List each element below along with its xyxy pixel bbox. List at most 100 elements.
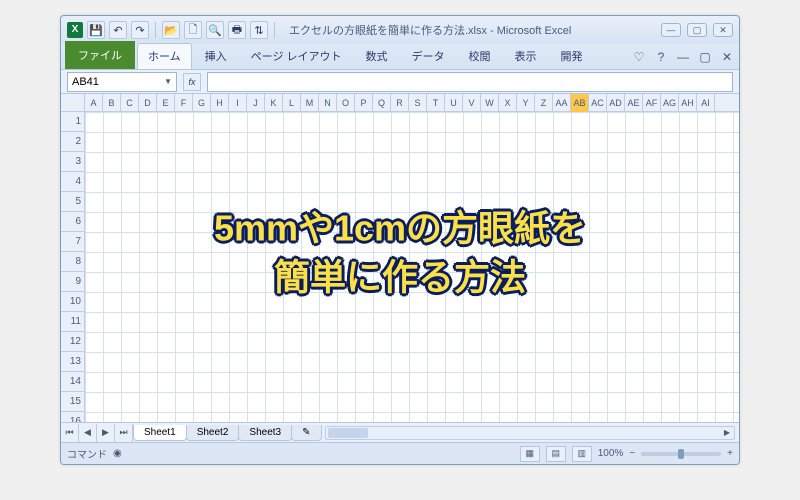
minimize-button[interactable]: — (661, 23, 681, 37)
qat-sort-button[interactable]: ⇅ (250, 21, 268, 39)
qat-preview-button[interactable]: 🔍 (206, 21, 224, 39)
zoom-in-button[interactable]: + (727, 448, 733, 459)
row-header[interactable]: 14 (61, 372, 84, 392)
row-header[interactable]: 11 (61, 312, 84, 332)
help-icon[interactable]: ? (653, 49, 669, 65)
zoom-slider[interactable] (641, 452, 721, 456)
column-header[interactable]: T (427, 94, 445, 112)
qat-open-button[interactable]: 📂 (162, 21, 180, 39)
maximize-button[interactable]: ▢ (687, 23, 707, 37)
close-button[interactable]: ✕ (713, 23, 733, 37)
zoom-out-button[interactable]: − (629, 448, 635, 459)
column-header[interactable]: J (247, 94, 265, 112)
row-header[interactable]: 13 (61, 352, 84, 372)
tab-insert[interactable]: 挿入 (194, 43, 238, 69)
column-header[interactable]: AA (553, 94, 571, 112)
cells-area[interactable] (85, 112, 739, 422)
sheet-nav-prev[interactable]: ◀ (79, 424, 97, 442)
row-header[interactable]: 3 (61, 152, 84, 172)
column-header[interactable]: H (211, 94, 229, 112)
column-header[interactable]: M (301, 94, 319, 112)
mdi-min-icon[interactable]: — (675, 49, 691, 65)
row-header[interactable]: 7 (61, 232, 84, 252)
column-header[interactable]: AE (625, 94, 643, 112)
tab-view[interactable]: 表示 (504, 43, 548, 69)
row-header[interactable]: 6 (61, 212, 84, 232)
row-header[interactable]: 10 (61, 292, 84, 312)
hscroll-right-icon[interactable]: ▶ (720, 427, 734, 439)
name-box-dropdown-icon[interactable]: ▼ (164, 77, 172, 86)
row-header[interactable]: 16 (61, 412, 84, 422)
column-header[interactable]: G (193, 94, 211, 112)
column-header[interactable]: C (121, 94, 139, 112)
column-header[interactable]: O (337, 94, 355, 112)
row-header[interactable]: 2 (61, 132, 84, 152)
hscroll-thumb[interactable] (328, 428, 368, 438)
tab-file[interactable]: ファイル (65, 41, 135, 69)
column-header[interactable]: AH (679, 94, 697, 112)
column-header[interactable]: F (175, 94, 193, 112)
sheet-nav-last[interactable]: ⏭ (115, 424, 133, 442)
select-all-corner[interactable] (61, 94, 85, 112)
view-page-layout-button[interactable]: ▤ (546, 446, 566, 462)
column-header[interactable]: A (85, 94, 103, 112)
mdi-restore-icon[interactable]: ▢ (697, 49, 713, 65)
row-header[interactable]: 15 (61, 392, 84, 412)
qat-save-button[interactable]: 💾 (87, 21, 105, 39)
tab-formulas[interactable]: 数式 (355, 43, 399, 69)
row-header[interactable]: 1 (61, 112, 84, 132)
fx-button[interactable]: fx (183, 73, 201, 91)
column-header[interactable]: W (481, 94, 499, 112)
column-header[interactable]: R (391, 94, 409, 112)
column-header[interactable]: X (499, 94, 517, 112)
horizontal-scrollbar[interactable]: ◀ ▶ (325, 426, 736, 440)
column-header[interactable]: Q (373, 94, 391, 112)
row-header[interactable]: 12 (61, 332, 84, 352)
column-header[interactable]: L (283, 94, 301, 112)
column-header[interactable]: E (157, 94, 175, 112)
column-header[interactable]: D (139, 94, 157, 112)
row-header[interactable]: 5 (61, 192, 84, 212)
tab-data[interactable]: データ (401, 43, 456, 69)
column-header[interactable]: AI (697, 94, 715, 112)
column-header[interactable]: Y (517, 94, 535, 112)
tab-home[interactable]: ホーム (137, 43, 192, 69)
column-header[interactable]: Z (535, 94, 553, 112)
sheet-tab-1[interactable]: Sheet1 (133, 425, 187, 441)
sheet-nav-next[interactable]: ▶ (97, 424, 115, 442)
zoom-slider-thumb[interactable] (678, 449, 684, 459)
column-header[interactable]: N (319, 94, 337, 112)
qat-print-button[interactable]: 🖶 (228, 21, 246, 39)
tab-page-layout[interactable]: ページ レイアウト (240, 43, 353, 69)
spreadsheet-grid[interactable]: ABCDEFGHIJKLMNOPQRSTUVWXYZAAABACADAEAFAG… (61, 94, 739, 422)
row-header[interactable]: 9 (61, 272, 84, 292)
name-box[interactable]: AB41 ▼ (67, 72, 177, 92)
tab-review[interactable]: 校閲 (458, 43, 502, 69)
column-header[interactable]: B (103, 94, 121, 112)
column-header[interactable]: P (355, 94, 373, 112)
qat-undo-button[interactable]: ↶ (109, 21, 127, 39)
sheet-new-button[interactable]: ✎ (291, 425, 321, 441)
column-header[interactable]: AC (589, 94, 607, 112)
ribbon-minimize-icon[interactable]: ♡ (631, 49, 647, 65)
column-header[interactable]: AD (607, 94, 625, 112)
sheet-tab-3[interactable]: Sheet3 (238, 425, 292, 441)
column-header[interactable]: S (409, 94, 427, 112)
sheet-nav-first[interactable]: ⏮ (61, 424, 79, 442)
mdi-close-icon[interactable]: ✕ (719, 49, 735, 65)
sheet-tab-2[interactable]: Sheet2 (186, 425, 240, 441)
column-header[interactable]: I (229, 94, 247, 112)
column-header[interactable]: V (463, 94, 481, 112)
column-header[interactable]: K (265, 94, 283, 112)
view-normal-button[interactable]: ▦ (520, 446, 540, 462)
column-header[interactable]: U (445, 94, 463, 112)
view-page-break-button[interactable]: ▥ (572, 446, 592, 462)
tab-developer[interactable]: 開発 (550, 43, 594, 69)
column-header[interactable]: AF (643, 94, 661, 112)
formula-input[interactable] (207, 72, 733, 92)
zoom-percent[interactable]: 100% (598, 448, 624, 459)
row-header[interactable]: 4 (61, 172, 84, 192)
qat-new-button[interactable]: 🗋 (184, 21, 202, 39)
row-header[interactable]: 8 (61, 252, 84, 272)
column-header[interactable]: AG (661, 94, 679, 112)
